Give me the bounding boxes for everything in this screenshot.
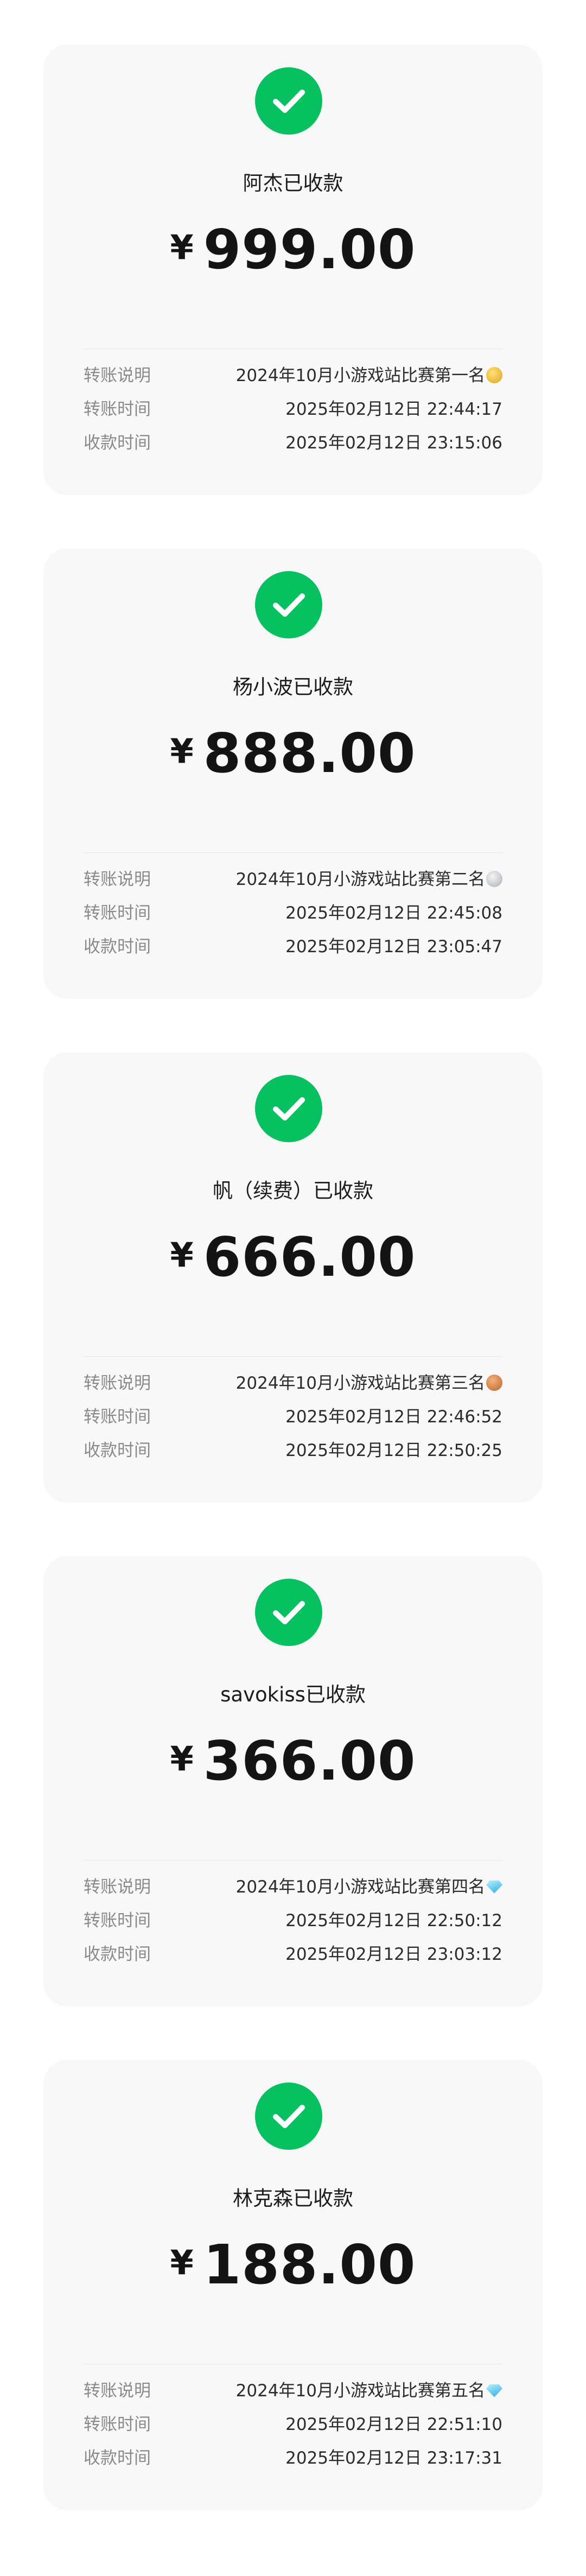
receive-time-label: 收款时间 (84, 2448, 151, 2468)
divider (84, 852, 502, 853)
note-text: 2024年10月小游戏站比赛第五名 (235, 2381, 485, 2401)
receipt-card: savokiss已收款 ¥366.00 转账说明 2024年10月小游戏站比赛第… (43, 1556, 543, 2007)
receive-time-row: 收款时间 2025年02月12日 23:03:12 (84, 1942, 502, 1966)
transfer-time-label: 转账时间 (84, 1407, 151, 1427)
note-row: 转账说明 2024年10月小游戏站比赛第四名 (84, 1875, 502, 1899)
transfer-time-value: 2025年02月12日 22:44:17 (285, 400, 502, 419)
note-text: 2024年10月小游戏站比赛第三名 (235, 1374, 485, 1393)
transfer-time-label: 转账时间 (84, 903, 151, 923)
note-value: 2024年10月小游戏站比赛第一名 (236, 364, 502, 388)
receive-time-row: 收款时间 2025年02月12日 23:05:47 (84, 935, 502, 959)
amount: ¥888.00 (43, 721, 543, 802)
received-status: 阿杰已收款 (243, 172, 343, 195)
amount: ¥188.00 (43, 2232, 543, 2313)
receive-time-label: 收款时间 (84, 1945, 151, 1964)
amount-value: 366.00 (203, 1729, 416, 1793)
note-label: 转账说明 (84, 870, 151, 889)
note-row: 转账说明 2024年10月小游戏站比赛第一名 (84, 364, 502, 388)
note-row: 转账说明 2024年10月小游戏站比赛第五名 (84, 2379, 502, 2403)
success-check-icon (255, 571, 322, 638)
transfer-time-value: 2025年02月12日 22:50:12 (285, 1911, 502, 1931)
receive-time-row: 收款时间 2025年02月12日 22:50:25 (84, 1439, 502, 1463)
note-text: 2024年10月小游戏站比赛第四名 (235, 1877, 485, 1897)
amount-value: 188.00 (203, 2233, 416, 2296)
receipt-card: 林克森已收款 ¥188.00 转账说明 2024年10月小游戏站比赛第五名 转账… (43, 2060, 543, 2510)
note-row: 转账说明 2024年10月小游戏站比赛第三名 (84, 1371, 502, 1395)
transfer-time-row: 转账时间 2025年02月12日 22:44:17 (84, 397, 502, 421)
receive-time-value: 2025年02月12日 23:05:47 (285, 937, 502, 957)
currency-symbol: ¥ (170, 731, 194, 771)
receive-time-label: 收款时间 (84, 937, 151, 957)
note-label: 转账说明 (84, 1877, 151, 1897)
receive-time-label: 收款时间 (84, 433, 151, 453)
success-check-icon (255, 1075, 322, 1142)
transfer-time-label: 转账时间 (84, 400, 151, 419)
transfer-time-label: 转账时间 (84, 2415, 151, 2434)
success-check-icon (255, 1579, 322, 1646)
receipt-card: 阿杰已收款 ¥999.00 转账说明 2024年10月小游戏站比赛第一名 转账时… (43, 45, 543, 495)
currency-symbol: ¥ (170, 227, 194, 267)
amount-value: 666.00 (203, 1225, 416, 1289)
note-value: 2024年10月小游戏站比赛第三名 (236, 1371, 502, 1395)
transfer-time-row: 转账时间 2025年02月12日 22:51:10 (84, 2413, 502, 2436)
note-text: 2024年10月小游戏站比赛第二名 (235, 870, 485, 889)
gold-medal-icon (486, 366, 502, 383)
receive-time-value: 2025年02月12日 23:17:31 (285, 2448, 502, 2468)
receive-time-value: 2025年02月12日 23:15:06 (285, 433, 502, 453)
received-status: 林克森已收款 (233, 2187, 353, 2210)
receive-time-value: 2025年02月12日 23:03:12 (285, 1945, 502, 1964)
amount: ¥366.00 (43, 1729, 543, 1809)
received-status: savokiss已收款 (220, 1683, 366, 1706)
note-label: 转账说明 (84, 366, 151, 385)
note-value: 2024年10月小游戏站比赛第二名 (236, 868, 502, 891)
diamond-icon (486, 2384, 502, 2397)
amount: ¥999.00 (43, 217, 543, 298)
transfer-time-value: 2025年02月12日 22:45:08 (285, 903, 502, 923)
success-check-icon (255, 67, 322, 135)
note-label: 转账说明 (84, 2381, 151, 2401)
receipt-card: 帆（续费）已收款 ¥666.00 转账说明 2024年10月小游戏站比赛第三名 … (43, 1052, 543, 1503)
receive-time-value: 2025年02月12日 22:50:25 (285, 1441, 502, 1460)
receive-time-label: 收款时间 (84, 1441, 151, 1460)
received-status: 杨小波已收款 (233, 675, 353, 699)
bronze-medal-icon (486, 1374, 502, 1391)
transfer-time-row: 转账时间 2025年02月12日 22:50:12 (84, 1909, 502, 1933)
receipt-card: 杨小波已收款 ¥888.00 转账说明 2024年10月小游戏站比赛第二名 转账… (43, 548, 543, 999)
note-value: 2024年10月小游戏站比赛第五名 (236, 2379, 502, 2403)
received-status: 帆（续费）已收款 (213, 1179, 373, 1202)
transfer-time-value: 2025年02月12日 22:51:10 (285, 2415, 502, 2434)
note-value: 2024年10月小游戏站比赛第四名 (236, 1875, 502, 1899)
note-label: 转账说明 (84, 1374, 151, 1393)
transfer-time-row: 转账时间 2025年02月12日 22:45:08 (84, 901, 502, 925)
transfer-time-row: 转账时间 2025年02月12日 22:46:52 (84, 1405, 502, 1429)
currency-symbol: ¥ (170, 2243, 194, 2282)
silver-medal-icon (486, 870, 502, 887)
currency-symbol: ¥ (170, 1739, 194, 1778)
diamond-icon (486, 1880, 502, 1894)
divider (84, 1356, 502, 1357)
amount-value: 999.00 (203, 218, 416, 281)
transfer-time-value: 2025年02月12日 22:46:52 (285, 1407, 502, 1427)
receipt-page: { "labels": { "note": "转账说明", "transfer_… (0, 0, 586, 2576)
success-check-icon (255, 2083, 322, 2150)
note-text: 2024年10月小游戏站比赛第一名 (235, 366, 485, 385)
note-row: 转账说明 2024年10月小游戏站比赛第二名 (84, 868, 502, 891)
receive-time-row: 收款时间 2025年02月12日 23:15:06 (84, 431, 502, 455)
amount-value: 888.00 (203, 721, 416, 785)
amount: ¥666.00 (43, 1225, 543, 1306)
currency-symbol: ¥ (170, 1235, 194, 1275)
transfer-time-label: 转账时间 (84, 1911, 151, 1931)
receive-time-row: 收款时间 2025年02月12日 23:17:31 (84, 2446, 502, 2470)
